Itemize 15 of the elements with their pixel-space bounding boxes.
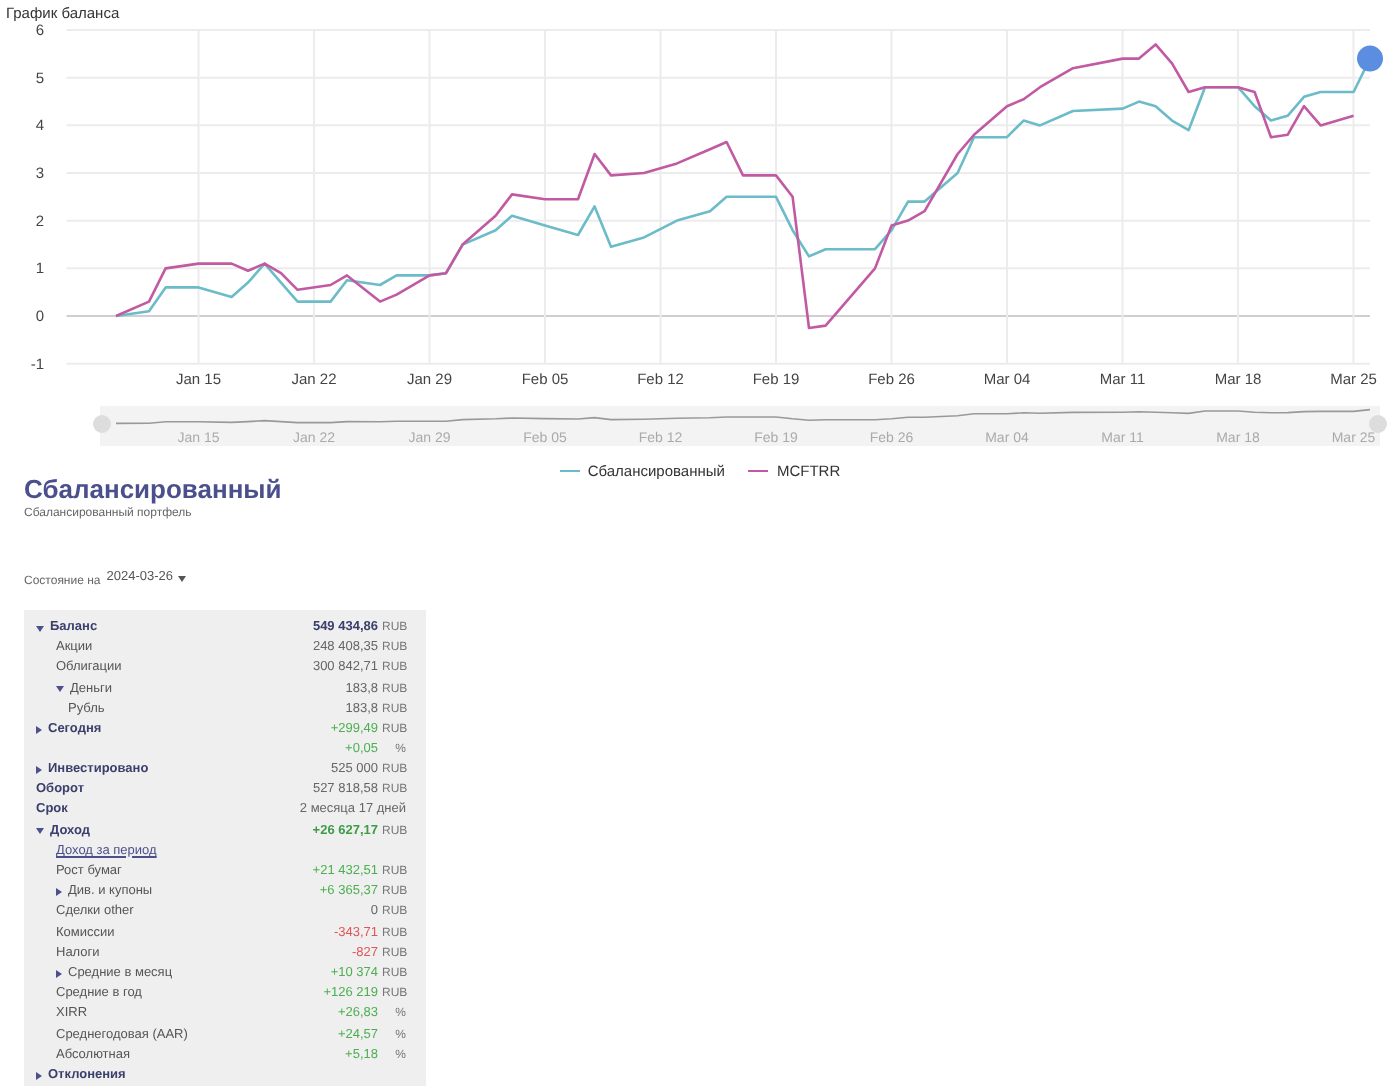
navigator-handle[interactable] bbox=[93, 415, 111, 433]
expand-caret-icon[interactable] bbox=[36, 625, 44, 632]
collapse-caret-icon[interactable] bbox=[36, 766, 42, 775]
collapse-caret-icon[interactable] bbox=[36, 726, 42, 735]
legend-line-icon bbox=[559, 470, 580, 473]
collapse-caret-icon[interactable] bbox=[36, 1072, 42, 1081]
legend-line-icon bbox=[748, 470, 769, 473]
expand-caret-icon[interactable] bbox=[36, 828, 44, 835]
caret-icon bbox=[177, 575, 186, 582]
collapse-caret-icon[interactable] bbox=[56, 888, 62, 897]
navigator-handle[interactable] bbox=[1369, 415, 1387, 433]
portfolio-title: Сбалансированный bbox=[24, 474, 284, 507]
collapse-caret-icon[interactable] bbox=[56, 970, 62, 979]
expand-caret-icon[interactable] bbox=[56, 686, 64, 693]
data-point-marker bbox=[1357, 45, 1383, 72]
